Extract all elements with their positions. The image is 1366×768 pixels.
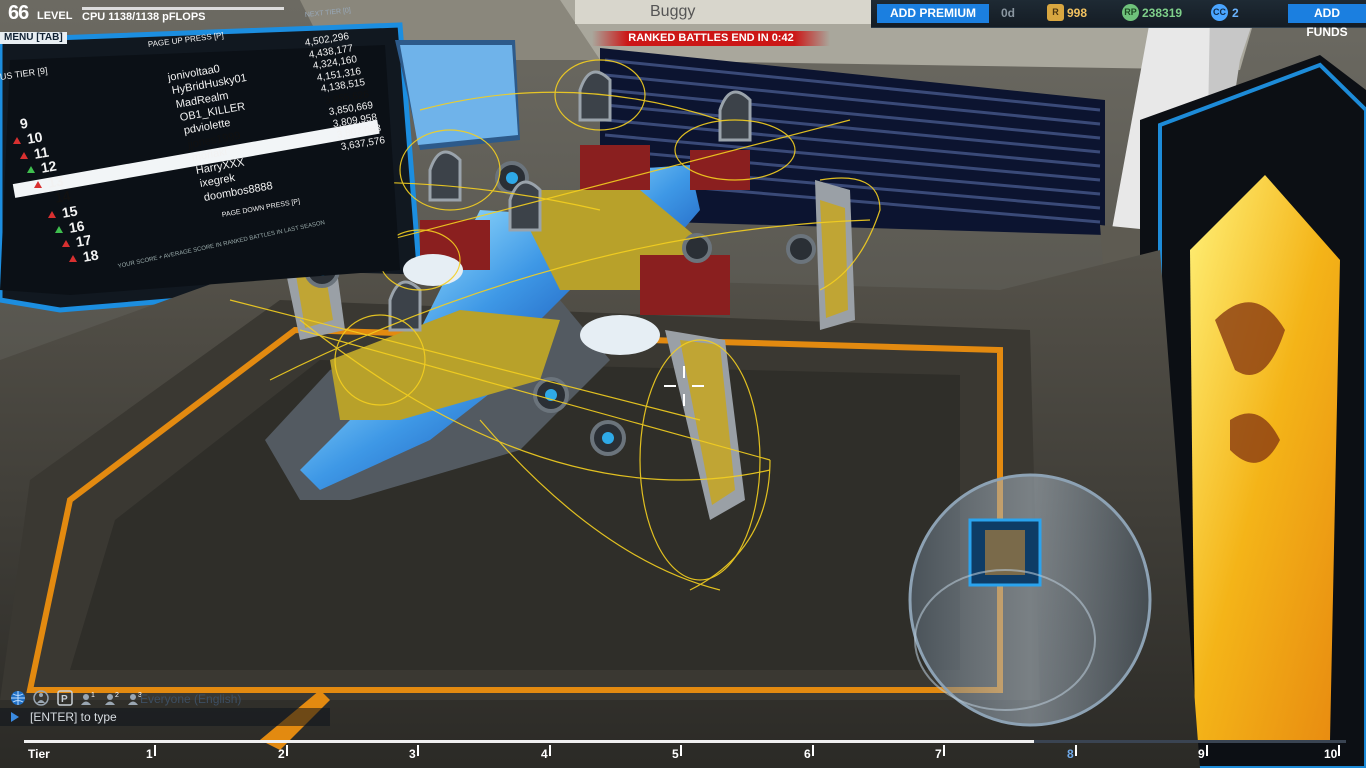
tier-label: 1	[146, 747, 153, 761]
tier-tick	[812, 745, 814, 756]
chat-channel-label[interactable]: Everyone (English)	[140, 692, 241, 706]
robits-balance: 998	[1067, 6, 1088, 20]
currency-bar: ADD PREMIUM 0d R 998 RP 238319 CC 2 ADD …	[871, 0, 1366, 39]
tier-title: Tier	[28, 747, 50, 761]
player-2-icon[interactable]: 2	[104, 690, 120, 706]
tier-label: 8	[1067, 747, 1074, 761]
tier-tick	[286, 745, 288, 756]
tier-label: 5	[672, 747, 679, 761]
chat-channel-icons: P 1 2 3	[10, 689, 146, 707]
tier-label: 2	[278, 747, 285, 761]
level-number: 66	[8, 2, 29, 24]
add-premium-button[interactable]: ADD PREMIUM	[877, 4, 989, 23]
tier-tick	[1075, 745, 1077, 756]
tier-label: 10	[1324, 747, 1338, 761]
tier-tick	[417, 745, 419, 756]
person-icon[interactable]	[33, 690, 50, 706]
tier-tick	[1338, 745, 1340, 756]
ranked-battles-banner: RANKED BATTLES END IN 0:42	[592, 31, 830, 46]
tier-tick	[549, 745, 551, 756]
robits-icon: R	[1047, 4, 1064, 21]
menu-tab-button[interactable]: MENU [TAB]	[0, 32, 67, 44]
premium-days: 0d	[1001, 6, 1016, 20]
tier-label: 3	[409, 747, 416, 761]
chat-prompt: [ENTER] to type	[30, 710, 117, 724]
tier-tick	[943, 745, 945, 756]
tier-tick	[1206, 745, 1208, 756]
add-funds-button[interactable]: ADD FUNDS	[1288, 4, 1366, 39]
player-1-icon[interactable]: 1	[80, 690, 96, 706]
cosmetic-credits-balance: 2	[1232, 6, 1239, 20]
svg-text:1: 1	[91, 692, 95, 699]
globe-icon[interactable]	[10, 690, 26, 706]
tier-label: 7	[935, 747, 942, 761]
tier-label: 9	[1198, 747, 1205, 761]
svg-text:2: 2	[115, 692, 119, 699]
chat-input[interactable]: [ENTER] to type	[0, 708, 330, 726]
tier-progress-fill	[24, 740, 1034, 743]
tier-progress-bar: Tier 1 2 3 4 5 6 7 8 9 10	[24, 740, 1346, 766]
svg-text:Buggy: Buggy	[650, 3, 695, 20]
cpu-readout: CPU 1138/1138 pFLOPS	[82, 11, 206, 23]
crosshair-icon	[664, 366, 704, 406]
player-level-hud: 66 LEVEL CPU 1138/1138 pFLOPS	[0, 0, 300, 30]
party-icon[interactable]: P	[57, 690, 73, 706]
tier-progress-track	[1034, 740, 1346, 743]
cpu-bar	[82, 7, 284, 10]
tier-tick	[154, 745, 156, 756]
garage-pod	[908, 473, 1152, 727]
svg-text:P: P	[61, 694, 68, 705]
rp-icon: RP	[1122, 4, 1139, 21]
rp-balance: 238319	[1142, 6, 1183, 20]
chat-arrow-icon	[11, 712, 19, 722]
tier-label: 6	[804, 747, 811, 761]
cosmetic-credits-icon: CC	[1211, 4, 1228, 21]
level-label: LEVEL	[37, 10, 73, 22]
tier-tick	[680, 745, 682, 756]
tier-label: 4	[541, 747, 548, 761]
